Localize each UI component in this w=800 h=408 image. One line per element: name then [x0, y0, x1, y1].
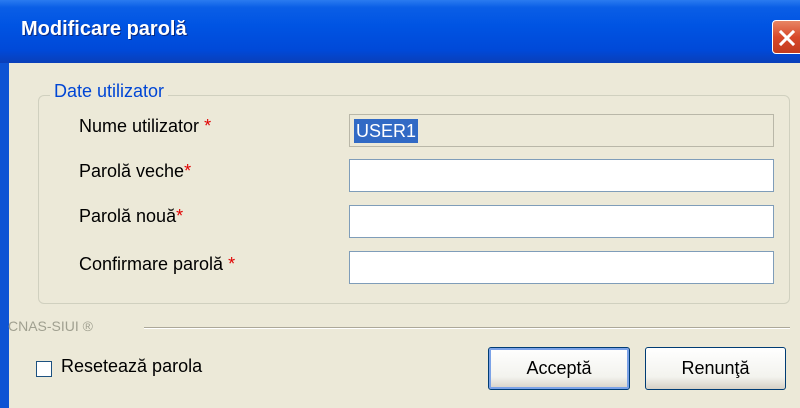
- old-password-required-mark: *: [184, 161, 192, 181]
- reset-password-checkbox[interactable]: [36, 361, 52, 377]
- close-button[interactable]: [772, 20, 800, 54]
- title-bar[interactable]: Modificare parolă: [0, 0, 800, 63]
- accept-button[interactable]: Acceptă: [488, 347, 630, 390]
- old-password-label: Parolă veche*: [79, 161, 191, 182]
- new-password-field[interactable]: [349, 205, 774, 238]
- new-password-required-mark: *: [176, 206, 184, 226]
- brand-label: CNAS-SIUI ®: [8, 318, 93, 334]
- confirm-password-field[interactable]: [349, 251, 774, 284]
- confirm-password-label-text: Confirmare parolă: [79, 254, 224, 274]
- reset-password-label[interactable]: Resetează parola: [61, 356, 202, 377]
- confirm-password-label: Confirmare parolă *: [79, 254, 235, 275]
- window-title: Modificare parolă: [21, 18, 187, 40]
- confirm-password-required-mark: *: [228, 254, 236, 274]
- new-password-label: Parolă nouă*: [79, 206, 183, 227]
- cancel-button[interactable]: Renunţă: [645, 347, 786, 390]
- old-password-field[interactable]: [349, 159, 774, 192]
- username-label: Nume utilizator *: [79, 116, 211, 137]
- username-label-text: Nume utilizator: [79, 116, 200, 136]
- old-password-label-text: Parolă veche: [79, 161, 185, 181]
- groupbox-legend: Date utilizator: [50, 81, 169, 102]
- change-password-dialog: Modificare parolă Date utilizator Nume u…: [0, 0, 800, 408]
- username-value: USER1: [354, 119, 419, 143]
- footer-divider: [144, 327, 790, 329]
- close-icon: [778, 29, 796, 47]
- window-frame-left: [0, 63, 9, 408]
- new-password-label-text: Parolă nouă: [79, 206, 177, 226]
- username-required-mark: *: [204, 116, 212, 136]
